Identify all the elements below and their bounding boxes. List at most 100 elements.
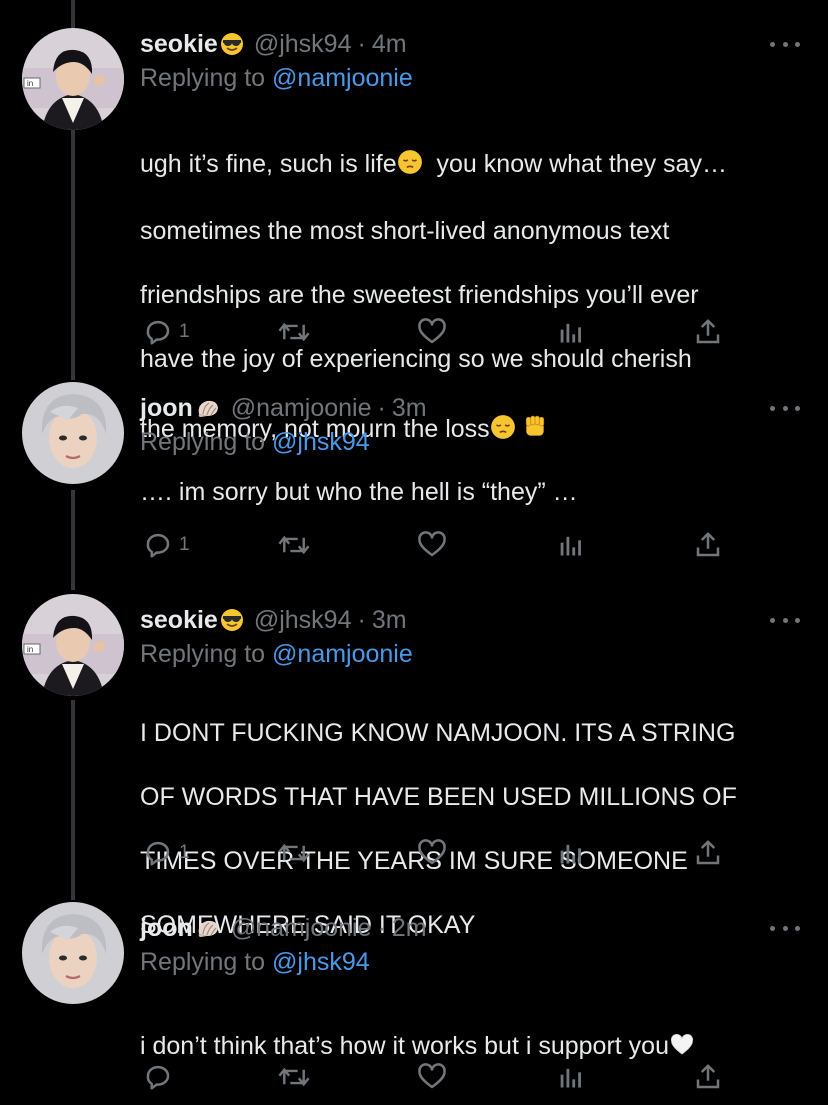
retweet-icon — [278, 535, 310, 555]
share-icon — [696, 532, 720, 557]
tweet-text: i don’t think that’s how it works but i … — [140, 998, 800, 1065]
more-icon[interactable] — [770, 610, 800, 630]
views-button[interactable] — [556, 1060, 584, 1094]
tweet[interactable]: joon @namjoonie · 2m Replying to @jhsk94… — [0, 902, 828, 1102]
replying-to: Replying to @namjoonie — [140, 64, 413, 93]
replying-to-label: Replying to — [140, 948, 266, 976]
tweet-text-line: friendships are the sweetest friendships… — [140, 281, 699, 309]
tweet-text-line: i don’t think that’s how it works but i … — [140, 1032, 669, 1060]
timestamp[interactable]: 2m — [392, 914, 427, 943]
tweet-text-line: I DONT FUCKING KNOW NAMJOON. ITS A STRIN… — [140, 719, 736, 747]
replying-to: Replying to @jhsk94 — [140, 948, 370, 977]
tweet[interactable]: in seokie @jhsk94 · 3m Replying to @namj… — [0, 594, 828, 939]
more-icon[interactable] — [770, 398, 800, 418]
tweet-header: joon @namjoonie · 3m — [140, 392, 427, 424]
svg-text:in: in — [27, 79, 33, 88]
reply-icon — [146, 1065, 170, 1090]
separator: · — [357, 29, 366, 58]
separator: · — [377, 913, 386, 942]
replying-to-handle[interactable]: @jhsk94 — [272, 948, 370, 976]
avatar[interactable]: in — [22, 594, 124, 696]
handle[interactable]: @jhsk94 — [254, 606, 352, 635]
heart-icon — [418, 839, 446, 865]
shell-icon — [195, 916, 221, 940]
tweet-header: joon @namjoonie · 2m — [140, 912, 427, 944]
display-name[interactable]: seokie — [140, 606, 218, 635]
views-button[interactable] — [556, 528, 584, 562]
reply-icon — [146, 841, 170, 866]
tweet-header: seokie @jhsk94 · 4m — [140, 28, 407, 60]
tweet-text: …. im sorry but who the hell is “they” … — [140, 478, 578, 506]
replying-to-label: Replying to — [140, 64, 266, 92]
avatar[interactable] — [22, 902, 124, 1004]
replying-to-handle[interactable]: @namjoonie — [272, 64, 413, 92]
reply-count: 1 — [179, 321, 190, 342]
display-name[interactable]: joon — [140, 914, 193, 943]
share-button[interactable] — [693, 1060, 723, 1094]
reply-count: 1 — [179, 534, 190, 555]
heart-icon — [418, 1063, 446, 1089]
handle[interactable]: @namjoonie — [231, 914, 372, 943]
svg-text:in: in — [27, 645, 33, 654]
avatar[interactable] — [22, 382, 124, 484]
pensive-face-icon — [397, 149, 423, 183]
views-icon — [560, 1068, 581, 1088]
tweet-text-line: ugh it’s fine, such is life you know wha… — [140, 148, 800, 183]
share-icon — [696, 840, 720, 865]
views-button[interactable] — [556, 836, 584, 870]
action-bar: 1 — [0, 836, 828, 870]
share-button[interactable] — [693, 315, 723, 349]
sunglasses-face-icon — [220, 608, 244, 632]
like-button[interactable] — [416, 528, 448, 562]
more-icon[interactable] — [770, 918, 800, 938]
sunglasses-face-icon — [220, 32, 244, 56]
timestamp[interactable]: 3m — [392, 394, 427, 423]
retweet-button[interactable] — [277, 315, 311, 349]
retweet-button[interactable] — [277, 836, 311, 870]
heart-icon — [418, 318, 446, 344]
reply-button[interactable]: 1 — [143, 315, 190, 349]
heart-icon — [418, 531, 446, 557]
separator: · — [377, 393, 386, 422]
reply-icon — [146, 533, 170, 558]
replying-to-label: Replying to — [140, 640, 266, 668]
retweet-icon — [278, 1067, 310, 1087]
reply-button[interactable] — [143, 1060, 179, 1094]
avatar[interactable]: in — [22, 28, 124, 130]
retweet-button[interactable] — [277, 1060, 311, 1094]
share-button[interactable] — [693, 528, 723, 562]
like-button[interactable] — [416, 836, 448, 870]
display-name[interactable]: joon — [140, 394, 193, 423]
tweet-header: seokie @jhsk94 · 3m — [140, 604, 407, 636]
tweet-text-line: sometimes the most short-lived anonymous… — [140, 217, 670, 245]
action-bar: 1 — [0, 315, 828, 349]
separator: · — [357, 605, 366, 634]
replying-to-handle[interactable]: @namjoonie — [272, 640, 413, 668]
share-button[interactable] — [693, 836, 723, 870]
share-icon — [696, 319, 720, 344]
views-icon — [560, 536, 581, 556]
replying-to: Replying to @namjoonie — [140, 640, 413, 669]
like-button[interactable] — [416, 1060, 448, 1094]
timestamp[interactable]: 3m — [372, 606, 407, 635]
timestamp[interactable]: 4m — [372, 30, 407, 59]
tweet-text-line: OF WORDS THAT HAVE BEEN USED MILLIONS OF — [140, 783, 737, 811]
retweet-button[interactable] — [277, 528, 311, 562]
like-button[interactable] — [416, 315, 448, 349]
handle[interactable]: @namjoonie — [231, 394, 372, 423]
retweet-icon — [278, 322, 310, 342]
action-bar: 1 — [0, 528, 828, 562]
reply-button[interactable]: 1 — [143, 836, 190, 870]
replying-to-label: Replying to — [140, 428, 266, 456]
tweet[interactable]: in seokie @jhsk94 · 4m Replying to @namj… — [0, 28, 828, 443]
reply-button[interactable]: 1 — [143, 528, 190, 562]
handle[interactable]: @jhsk94 — [254, 30, 352, 59]
display-name[interactable]: seokie — [140, 30, 218, 59]
more-icon[interactable] — [770, 34, 800, 54]
views-icon — [560, 844, 581, 864]
tweet[interactable]: joon @namjoonie · 3m Replying to @jhsk94… — [0, 382, 828, 572]
views-button[interactable] — [556, 315, 584, 349]
replying-to-handle[interactable]: @jhsk94 — [272, 428, 370, 456]
reply-icon — [146, 320, 170, 345]
share-icon — [696, 1064, 720, 1089]
